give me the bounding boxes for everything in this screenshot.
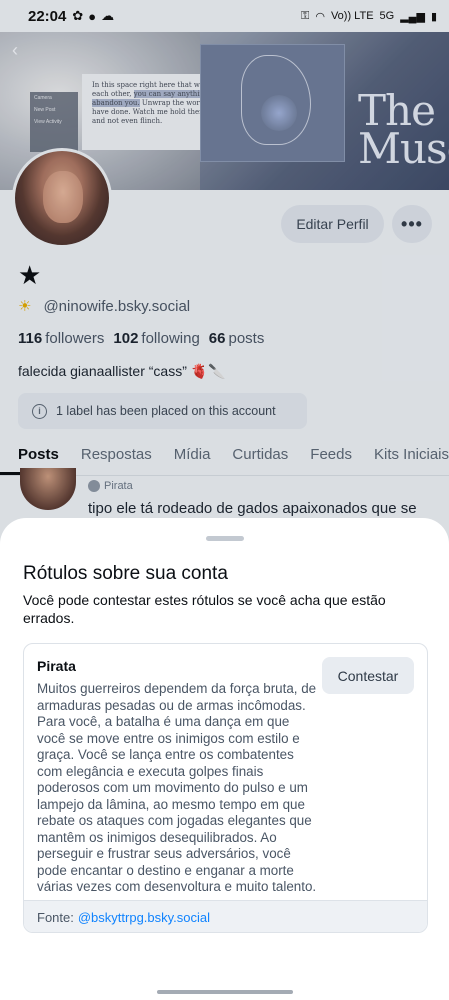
banner-menu-item: New Post xyxy=(34,107,56,113)
tab-feeds[interactable]: Feeds xyxy=(299,436,363,475)
label-notice-text: 1 label has been placed on this account xyxy=(56,404,276,418)
display-name: ★ xyxy=(18,260,42,290)
pinwheel-icon: ✿ xyxy=(72,8,84,23)
tab-respostas[interactable]: Respostas xyxy=(70,436,163,475)
post-label-text: Pirata xyxy=(104,480,133,492)
notification-icons: ✿ ● ☁ xyxy=(72,8,114,24)
label-description: Muitos guerreiros dependem da força brut… xyxy=(37,681,317,894)
sun-emoji-icon: ☀ xyxy=(18,298,32,315)
signal-icon: ▂▄▆ xyxy=(400,10,425,23)
sheet-subtitle: Você pode contestar estes rótulos se voc… xyxy=(23,592,386,626)
wifi-icon: ◠ xyxy=(315,10,325,23)
edit-profile-button[interactable]: Editar Perfil xyxy=(281,205,384,243)
cloud-icon: ☁ xyxy=(101,8,115,23)
info-icon: i xyxy=(32,403,47,419)
bio: falecida gianaallister “cass” 🫀🔪 xyxy=(18,363,226,379)
label-card: Pirata Contestar Muitos guerreiros depen… xyxy=(23,643,428,933)
followers-stat[interactable]: 116 followers xyxy=(18,330,104,347)
followers-count: 116 xyxy=(18,330,43,347)
key-icon: ⚿ xyxy=(300,9,310,22)
source-link[interactable]: @bskyttrpg.bsky.social xyxy=(78,910,210,925)
label-icon xyxy=(88,480,100,492)
art-blob xyxy=(261,95,297,131)
posts-stat: 66 posts xyxy=(209,330,265,347)
network-icon: 5G xyxy=(379,10,395,22)
posts-label: posts xyxy=(228,330,265,347)
posts-count: 66 xyxy=(208,330,226,347)
avatar[interactable] xyxy=(12,148,112,248)
post-label-tag: Pirata xyxy=(88,480,133,492)
following-stat[interactable]: 102 following xyxy=(113,330,199,347)
banner-art-text: The Muse xyxy=(358,86,449,173)
sheet-title: Rótulos sobre sua conta xyxy=(23,563,228,584)
tab-kits-iniciais[interactable]: Kits Iniciais xyxy=(363,436,449,475)
avatar-face xyxy=(43,171,83,223)
battery-icon: ▮ xyxy=(430,10,437,23)
label-notice-button[interactable]: i 1 label has been placed on this accoun… xyxy=(18,393,307,429)
profile-screen: Camera New Post View Activity In this sp… xyxy=(0,32,449,552)
handle-row: ☀ @ninowife.bsky.social xyxy=(18,297,191,316)
label-source: Fonte: @bskyttrpg.bsky.social xyxy=(24,900,427,932)
more-options-button[interactable]: ••• xyxy=(392,205,432,243)
following-count: 102 xyxy=(113,330,139,347)
system-icons: ⚿ ◠ Vo)) LTE 5G ▂▄▆ ▮ xyxy=(301,10,437,23)
post-text: tipo ele tá rodeado de gados apaixonados… xyxy=(88,500,417,517)
profile-stats: 116 followers 102 following 66 posts xyxy=(18,330,264,347)
back-arrow-icon[interactable]: ‹ xyxy=(12,40,18,61)
status-bar: 22:04 ✿ ● ☁ ⚿ ◠ Vo)) LTE 5G ▂▄▆ ▮ xyxy=(0,0,449,32)
tab-curtidas[interactable]: Curtidas xyxy=(221,436,299,475)
sheet-drag-handle[interactable] xyxy=(206,536,244,541)
source-prefix: Fonte: xyxy=(37,910,74,925)
handle: @ninowife.bsky.social xyxy=(43,297,191,315)
label-name: Pirata xyxy=(37,658,76,674)
following-label: following xyxy=(141,330,200,347)
clock: 22:04 xyxy=(28,7,67,25)
banner-menu-item: View Activity xyxy=(34,119,62,125)
followers-label: followers xyxy=(45,330,105,347)
post-avatar[interactable] xyxy=(20,468,76,510)
banner-menu-image: Camera New Post View Activity xyxy=(30,92,78,152)
banner-art xyxy=(200,44,345,162)
banner-menu-item: Camera xyxy=(34,95,52,101)
facebook-icon: ● xyxy=(88,8,97,24)
tab-midia[interactable]: Mídia xyxy=(163,436,222,475)
contest-button[interactable]: Contestar xyxy=(322,657,414,694)
volte-icon: Vo)) LTE xyxy=(330,10,374,22)
gesture-nav-bar[interactable] xyxy=(157,990,293,994)
labels-bottom-sheet: Rótulos sobre sua conta Você pode contes… xyxy=(0,518,449,1000)
